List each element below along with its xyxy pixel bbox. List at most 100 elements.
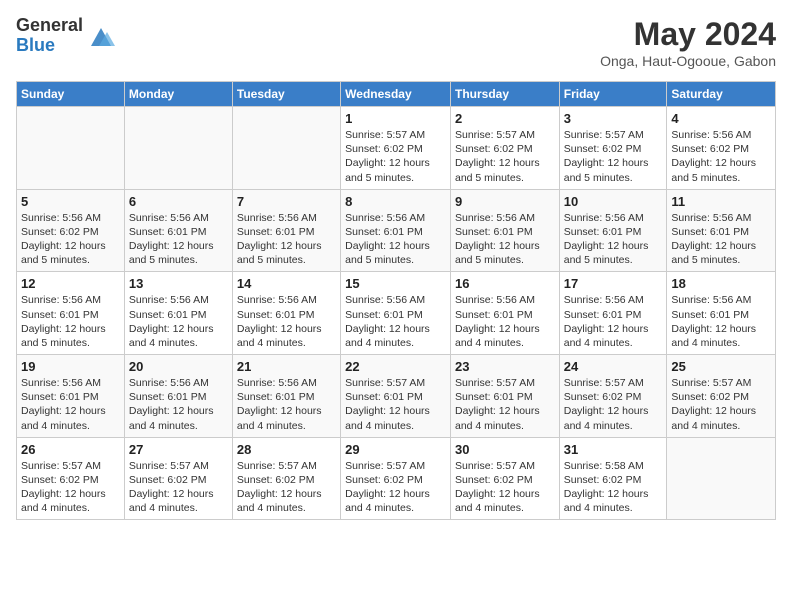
day-info: Sunrise: 5:56 AMSunset: 6:01 PMDaylight:… (237, 376, 336, 433)
day-number: 19 (21, 359, 120, 374)
calendar-cell: 10 Sunrise: 5:56 AMSunset: 6:01 PMDayligh… (559, 189, 667, 272)
day-info: Sunrise: 5:57 AMSunset: 6:02 PMDaylight:… (345, 459, 446, 516)
day-number: 29 (345, 442, 446, 457)
calendar-week: 12 Sunrise: 5:56 AMSunset: 6:01 PMDayligh… (17, 272, 776, 355)
day-info: Sunrise: 5:56 AMSunset: 6:02 PMDaylight:… (21, 211, 120, 268)
calendar-cell: 5 Sunrise: 5:56 AMSunset: 6:02 PMDaylight… (17, 189, 125, 272)
day-info: Sunrise: 5:56 AMSunset: 6:01 PMDaylight:… (129, 293, 228, 350)
calendar-cell (232, 107, 340, 190)
day-number: 22 (345, 359, 446, 374)
calendar-cell: 22 Sunrise: 5:57 AMSunset: 6:01 PMDayligh… (341, 355, 451, 438)
day-number: 1 (345, 111, 446, 126)
calendar-cell (667, 437, 776, 520)
calendar-cell: 11Sunrise: 5:56 AMSunset: 6:01 PMDayligh… (667, 189, 776, 272)
title-block: May 2024 Onga, Haut-Ogooue, Gabon (600, 16, 776, 69)
day-info: Sunrise: 5:58 AMSunset: 6:02 PMDaylight:… (564, 459, 663, 516)
calendar-cell: 8Sunrise: 5:56 AMSunset: 6:01 PMDaylight… (341, 189, 451, 272)
calendar-cell (124, 107, 232, 190)
day-number: 3 (564, 111, 663, 126)
day-info: Sunrise: 5:57 AMSunset: 6:01 PMDaylight:… (455, 376, 555, 433)
calendar-cell: 1 Sunrise: 5:57 AMSunset: 6:02 PMDaylight… (341, 107, 451, 190)
calendar-body: 1 Sunrise: 5:57 AMSunset: 6:02 PMDaylight… (17, 107, 776, 520)
main-title: May 2024 (600, 16, 776, 53)
day-number: 12 (21, 276, 120, 291)
calendar-cell: 13 Sunrise: 5:56 AMSunset: 6:01 PMDayligh… (124, 272, 232, 355)
header-day: Friday (559, 82, 667, 107)
calendar-cell: 28Sunrise: 5:57 AMSunset: 6:02 PMDayligh… (232, 437, 340, 520)
day-number: 18 (671, 276, 771, 291)
calendar-cell: 15Sunrise: 5:56 AMSunset: 6:01 PMDayligh… (341, 272, 451, 355)
calendar-table: SundayMondayTuesdayWednesdayThursdayFrid… (16, 81, 776, 520)
day-number: 2 (455, 111, 555, 126)
calendar-cell: 9 Sunrise: 5:56 AMSunset: 6:01 PMDaylight… (450, 189, 559, 272)
header-day: Tuesday (232, 82, 340, 107)
day-number: 10 (564, 194, 663, 209)
day-number: 27 (129, 442, 228, 457)
subtitle: Onga, Haut-Ogooue, Gabon (600, 53, 776, 69)
calendar-cell: 29 Sunrise: 5:57 AMSunset: 6:02 PMDayligh… (341, 437, 451, 520)
day-info: Sunrise: 5:56 AMSunset: 6:01 PMDaylight:… (21, 293, 120, 350)
calendar-cell: 3Sunrise: 5:57 AMSunset: 6:02 PMDaylight… (559, 107, 667, 190)
calendar-week: 26 Sunrise: 5:57 AMSunset: 6:02 PMDayligh… (17, 437, 776, 520)
day-info: Sunrise: 5:57 AMSunset: 6:02 PMDaylight:… (345, 128, 446, 185)
day-info: Sunrise: 5:56 AMSunset: 6:01 PMDaylight:… (345, 293, 446, 350)
day-info: Sunrise: 5:56 AMSunset: 6:01 PMDaylight:… (455, 211, 555, 268)
day-number: 26 (21, 442, 120, 457)
calendar-cell: 12 Sunrise: 5:56 AMSunset: 6:01 PMDayligh… (17, 272, 125, 355)
day-info: Sunrise: 5:56 AMSunset: 6:01 PMDaylight:… (21, 376, 120, 433)
day-info: Sunrise: 5:57 AMSunset: 6:02 PMDaylight:… (129, 459, 228, 516)
day-number: 6 (129, 194, 228, 209)
day-info: Sunrise: 5:56 AMSunset: 6:01 PMDaylight:… (564, 211, 663, 268)
day-info: Sunrise: 5:57 AMSunset: 6:02 PMDaylight:… (455, 128, 555, 185)
day-number: 21 (237, 359, 336, 374)
day-info: Sunrise: 5:57 AMSunset: 6:01 PMDaylight:… (345, 376, 446, 433)
logo-icon (87, 22, 115, 50)
calendar-cell: 17 Sunrise: 5:56 AMSunset: 6:01 PMDayligh… (559, 272, 667, 355)
calendar-cell: 16Sunrise: 5:56 AMSunset: 6:01 PMDayligh… (450, 272, 559, 355)
calendar-cell: 27 Sunrise: 5:57 AMSunset: 6:02 PMDayligh… (124, 437, 232, 520)
day-info: Sunrise: 5:57 AMSunset: 6:02 PMDaylight:… (455, 459, 555, 516)
calendar-cell: 7 Sunrise: 5:56 AMSunset: 6:01 PMDaylight… (232, 189, 340, 272)
day-info: Sunrise: 5:56 AMSunset: 6:01 PMDaylight:… (237, 293, 336, 350)
calendar-cell: 20 Sunrise: 5:56 AMSunset: 6:01 PMDayligh… (124, 355, 232, 438)
day-number: 24 (564, 359, 663, 374)
day-info: Sunrise: 5:56 AMSunset: 6:01 PMDaylight:… (455, 293, 555, 350)
day-number: 9 (455, 194, 555, 209)
day-number: 20 (129, 359, 228, 374)
calendar-cell: 26 Sunrise: 5:57 AMSunset: 6:02 PMDayligh… (17, 437, 125, 520)
header-row: SundayMondayTuesdayWednesdayThursdayFrid… (17, 82, 776, 107)
day-info: Sunrise: 5:56 AMSunset: 6:01 PMDaylight:… (564, 293, 663, 350)
day-number: 13 (129, 276, 228, 291)
day-info: Sunrise: 5:56 AMSunset: 6:01 PMDaylight:… (129, 376, 228, 433)
day-info: Sunrise: 5:56 AMSunset: 6:01 PMDaylight:… (237, 211, 336, 268)
day-info: Sunrise: 5:56 AMSunset: 6:01 PMDaylight:… (129, 211, 228, 268)
day-info: Sunrise: 5:56 AMSunset: 6:02 PMDaylight:… (671, 128, 771, 185)
calendar-week: 5 Sunrise: 5:56 AMSunset: 6:02 PMDaylight… (17, 189, 776, 272)
day-number: 5 (21, 194, 120, 209)
day-info: Sunrise: 5:57 AMSunset: 6:02 PMDaylight:… (564, 376, 663, 433)
calendar-cell: 4Sunrise: 5:56 AMSunset: 6:02 PMDaylight… (667, 107, 776, 190)
calendar-cell: 2 Sunrise: 5:57 AMSunset: 6:02 PMDaylight… (450, 107, 559, 190)
calendar-cell: 6 Sunrise: 5:56 AMSunset: 6:01 PMDaylight… (124, 189, 232, 272)
day-info: Sunrise: 5:56 AMSunset: 6:01 PMDaylight:… (671, 211, 771, 268)
page-header: General Blue May 2024 Onga, Haut-Ogooue,… (16, 16, 776, 69)
header-day: Saturday (667, 82, 776, 107)
calendar-cell: 30Sunrise: 5:57 AMSunset: 6:02 PMDayligh… (450, 437, 559, 520)
calendar-cell: 23Sunrise: 5:57 AMSunset: 6:01 PMDayligh… (450, 355, 559, 438)
logo-blue: Blue (16, 36, 83, 56)
day-number: 8 (345, 194, 446, 209)
logo: General Blue (16, 16, 115, 56)
calendar-cell: 25Sunrise: 5:57 AMSunset: 6:02 PMDayligh… (667, 355, 776, 438)
day-info: Sunrise: 5:56 AMSunset: 6:01 PMDaylight:… (671, 293, 771, 350)
day-number: 17 (564, 276, 663, 291)
calendar-header: SundayMondayTuesdayWednesdayThursdayFrid… (17, 82, 776, 107)
day-number: 7 (237, 194, 336, 209)
calendar-cell: 31Sunrise: 5:58 AMSunset: 6:02 PMDayligh… (559, 437, 667, 520)
calendar-cell (17, 107, 125, 190)
calendar-cell: 19 Sunrise: 5:56 AMSunset: 6:01 PMDayligh… (17, 355, 125, 438)
day-number: 28 (237, 442, 336, 457)
calendar-cell: 14Sunrise: 5:56 AMSunset: 6:01 PMDayligh… (232, 272, 340, 355)
calendar-cell: 24 Sunrise: 5:57 AMSunset: 6:02 PMDayligh… (559, 355, 667, 438)
day-info: Sunrise: 5:57 AMSunset: 6:02 PMDaylight:… (21, 459, 120, 516)
day-info: Sunrise: 5:57 AMSunset: 6:02 PMDaylight:… (671, 376, 771, 433)
